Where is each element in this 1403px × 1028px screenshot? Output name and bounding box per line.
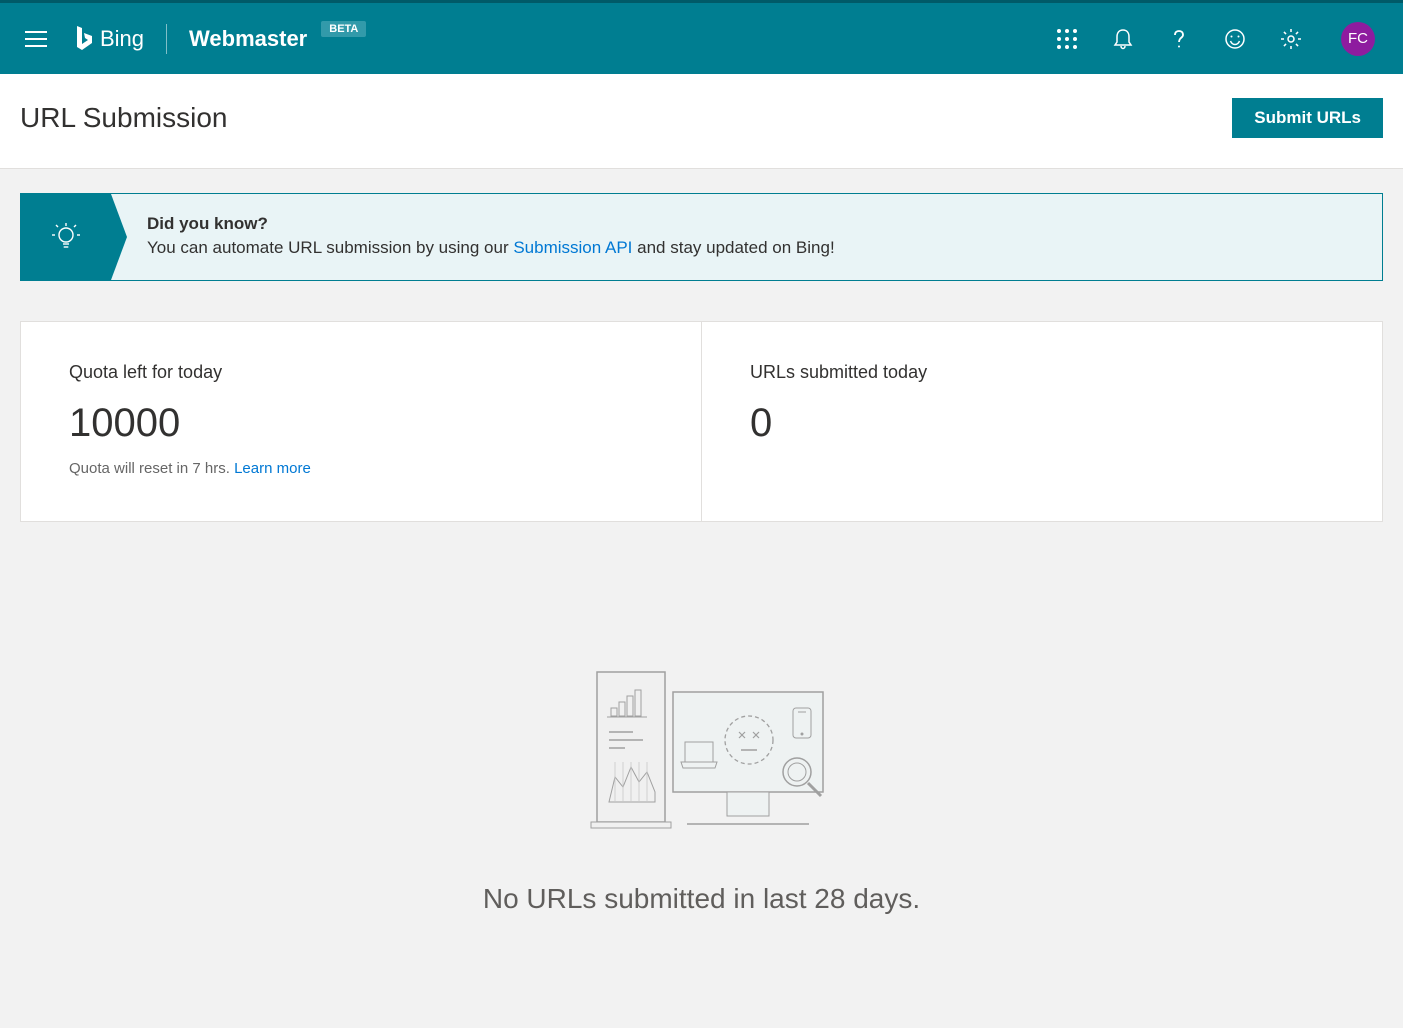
bing-logo[interactable]: Bing — [74, 25, 144, 53]
quota-note-text: Quota will reset in 7 hrs. — [69, 460, 234, 477]
submission-api-link[interactable]: Submission API — [513, 238, 632, 257]
apps-button[interactable] — [1053, 25, 1081, 53]
logo-area: Bing Webmaster BETA — [74, 24, 366, 54]
notifications-button[interactable] — [1109, 25, 1137, 53]
quota-card: Quota left for today 10000 Quota will re… — [21, 322, 702, 521]
info-banner-title: Did you know? — [147, 214, 835, 234]
quota-note: Quota will reset in 7 hrs. Learn more — [69, 460, 653, 477]
menu-toggle-button[interactable] — [16, 19, 56, 59]
info-banner-description: You can automate URL submission by using… — [147, 238, 835, 258]
quota-learn-more-link[interactable]: Learn more — [234, 460, 311, 477]
apps-grid-icon — [1056, 28, 1078, 50]
quota-label: Quota left for today — [69, 362, 653, 383]
empty-state: No URLs submitted in last 28 days. — [20, 562, 1383, 955]
feedback-button[interactable] — [1221, 25, 1249, 53]
bing-logo-icon — [74, 25, 94, 53]
info-text-before: You can automate URL submission by using… — [147, 238, 513, 257]
bell-icon — [1112, 28, 1134, 50]
info-banner-content: Did you know? You can automate URL submi… — [111, 194, 863, 280]
beta-badge: BETA — [321, 21, 366, 37]
help-icon — [1168, 28, 1190, 50]
bing-logo-text: Bing — [100, 26, 144, 52]
product-name: Webmaster — [189, 26, 307, 52]
page-title: URL Submission — [20, 102, 1232, 134]
info-banner: Did you know? You can automate URL submi… — [20, 193, 1383, 281]
avatar-initials: FC — [1348, 30, 1368, 47]
settings-button[interactable] — [1277, 25, 1305, 53]
submitted-label: URLs submitted today — [750, 362, 1334, 383]
hamburger-icon — [25, 31, 47, 47]
info-text-after: and stay updated on Bing! — [632, 238, 834, 257]
logo-divider — [166, 24, 167, 54]
page-header: URL Submission Submit URLs — [0, 74, 1403, 169]
topbar-actions: FC — [1053, 22, 1375, 56]
stats-row: Quota left for today 10000 Quota will re… — [20, 321, 1383, 522]
main-content: Did you know? You can automate URL submi… — [0, 169, 1403, 979]
empty-illustration-icon — [577, 662, 827, 842]
lightbulb-icon — [51, 222, 81, 252]
submitted-card: URLs submitted today 0 — [702, 322, 1382, 521]
empty-state-illustration — [577, 662, 827, 847]
submit-urls-button[interactable]: Submit URLs — [1232, 98, 1383, 138]
help-button[interactable] — [1165, 25, 1193, 53]
smiley-icon — [1224, 28, 1246, 50]
user-avatar[interactable]: FC — [1341, 22, 1375, 56]
submitted-value: 0 — [750, 401, 1334, 446]
empty-state-message: No URLs submitted in last 28 days. — [20, 883, 1383, 915]
gear-icon — [1280, 28, 1302, 50]
info-banner-icon-box — [21, 194, 111, 280]
quota-value: 10000 — [69, 401, 653, 446]
top-navigation-bar: Bing Webmaster BETA FC — [0, 0, 1403, 74]
